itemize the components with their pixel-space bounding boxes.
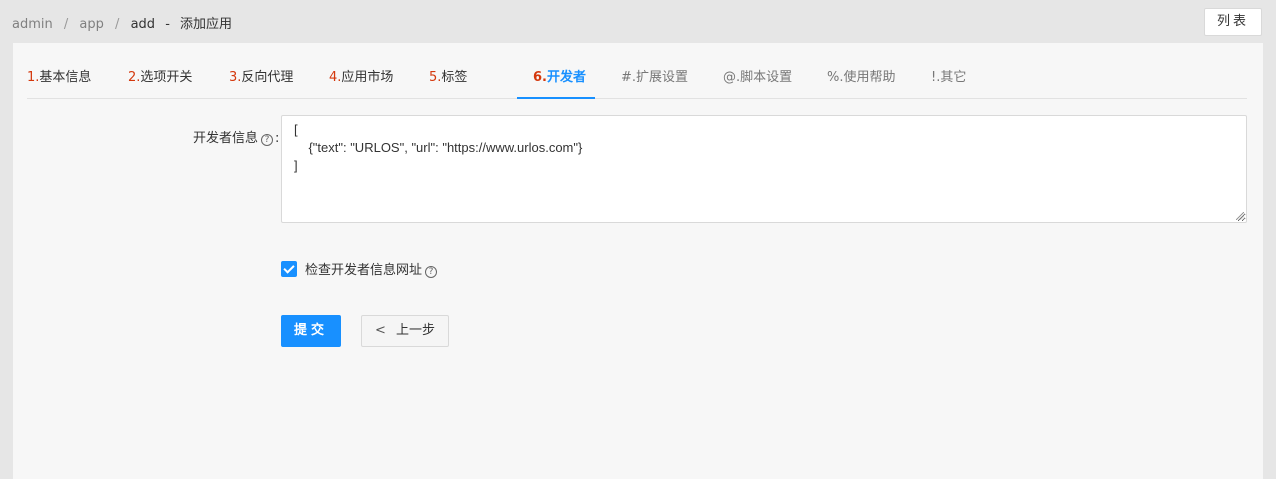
- tab-label: 反向代理: [241, 70, 294, 85]
- developer-info-textarea[interactable]: [ {"text": "URLOS", "url": "https://www.…: [281, 115, 1247, 223]
- check-developer-url-row[interactable]: 检查开发者信息网址?: [281, 259, 438, 278]
- tab-number: 6.: [533, 70, 547, 85]
- tab-number: 2.: [128, 70, 141, 85]
- top-bar: admin / app / add - 添加应用 列表: [0, 0, 1276, 42]
- tab-label: @.脚本设置: [723, 70, 793, 85]
- tab-label: 应用市场: [341, 70, 394, 85]
- tab-label: 标签: [441, 70, 468, 85]
- check-developer-url-label[interactable]: 检查开发者信息网址: [305, 263, 422, 278]
- label-colon: :: [275, 131, 280, 146]
- tab-number: 3.: [229, 70, 242, 85]
- tab-option-switches[interactable]: 2.选项开关: [128, 55, 192, 99]
- tab-label: 选项开关: [140, 70, 193, 85]
- breadcrumb-item-app[interactable]: app: [79, 17, 103, 32]
- tab-label: #.扩展设置: [621, 70, 689, 85]
- breadcrumb: admin / app / add - 添加应用: [12, 13, 232, 32]
- tab-label: 开发者: [546, 70, 586, 85]
- tab-number: 1.: [27, 70, 40, 85]
- tab-usage-help[interactable]: %.使用帮助: [827, 55, 896, 99]
- developer-info-label: 开发者信息?:: [193, 127, 279, 146]
- tab-number: 5.: [429, 70, 442, 85]
- tab-developer[interactable]: 6.开发者: [533, 55, 586, 99]
- tab-number: 4.: [329, 70, 342, 85]
- tab-app-market[interactable]: 4.应用市场: [329, 55, 393, 99]
- active-tab-indicator: [517, 97, 595, 99]
- tab-label: !.其它: [931, 70, 967, 85]
- tab-label: 基本信息: [39, 70, 92, 85]
- previous-step-label: 上一步: [395, 323, 435, 338]
- tab-tags[interactable]: 5.标签: [429, 55, 467, 99]
- tab-bar: 1.基本信息 2.选项开关 3.反向代理 4.应用市场 5.标签 6.开发者 #…: [27, 55, 1247, 99]
- breadcrumb-item-admin[interactable]: admin: [12, 17, 53, 32]
- previous-step-button[interactable]: < 上一步: [361, 315, 449, 347]
- page-title: 添加应用: [180, 17, 233, 32]
- breadcrumb-separator: /: [63, 17, 69, 32]
- developer-info-label-text: 开发者信息: [193, 131, 259, 146]
- breadcrumb-item-add: add: [130, 17, 156, 32]
- tab-basic-info[interactable]: 1.基本信息: [27, 55, 91, 99]
- list-button[interactable]: 列表: [1204, 8, 1262, 36]
- tab-other[interactable]: !.其它: [931, 55, 966, 99]
- chevron-left-icon: <: [375, 323, 386, 338]
- breadcrumb-separator: /: [115, 17, 120, 32]
- tab-script-settings[interactable]: @.脚本设置: [723, 55, 792, 99]
- tab-label: %.使用帮助: [827, 70, 896, 85]
- question-circle-icon[interactable]: ?: [425, 266, 438, 278]
- resize-grip[interactable]: [1236, 212, 1244, 220]
- submit-button[interactable]: 提交: [281, 315, 341, 347]
- question-circle-icon[interactable]: ?: [261, 134, 274, 146]
- tab-extension-settings[interactable]: #.扩展设置: [621, 55, 688, 99]
- tab-reverse-proxy[interactable]: 3.反向代理: [229, 55, 293, 99]
- check-developer-url-checkbox[interactable]: [281, 261, 297, 277]
- form-card: 1.基本信息 2.选项开关 3.反向代理 4.应用市场 5.标签 6.开发者 #…: [13, 43, 1263, 479]
- breadcrumb-dash: -: [165, 17, 170, 32]
